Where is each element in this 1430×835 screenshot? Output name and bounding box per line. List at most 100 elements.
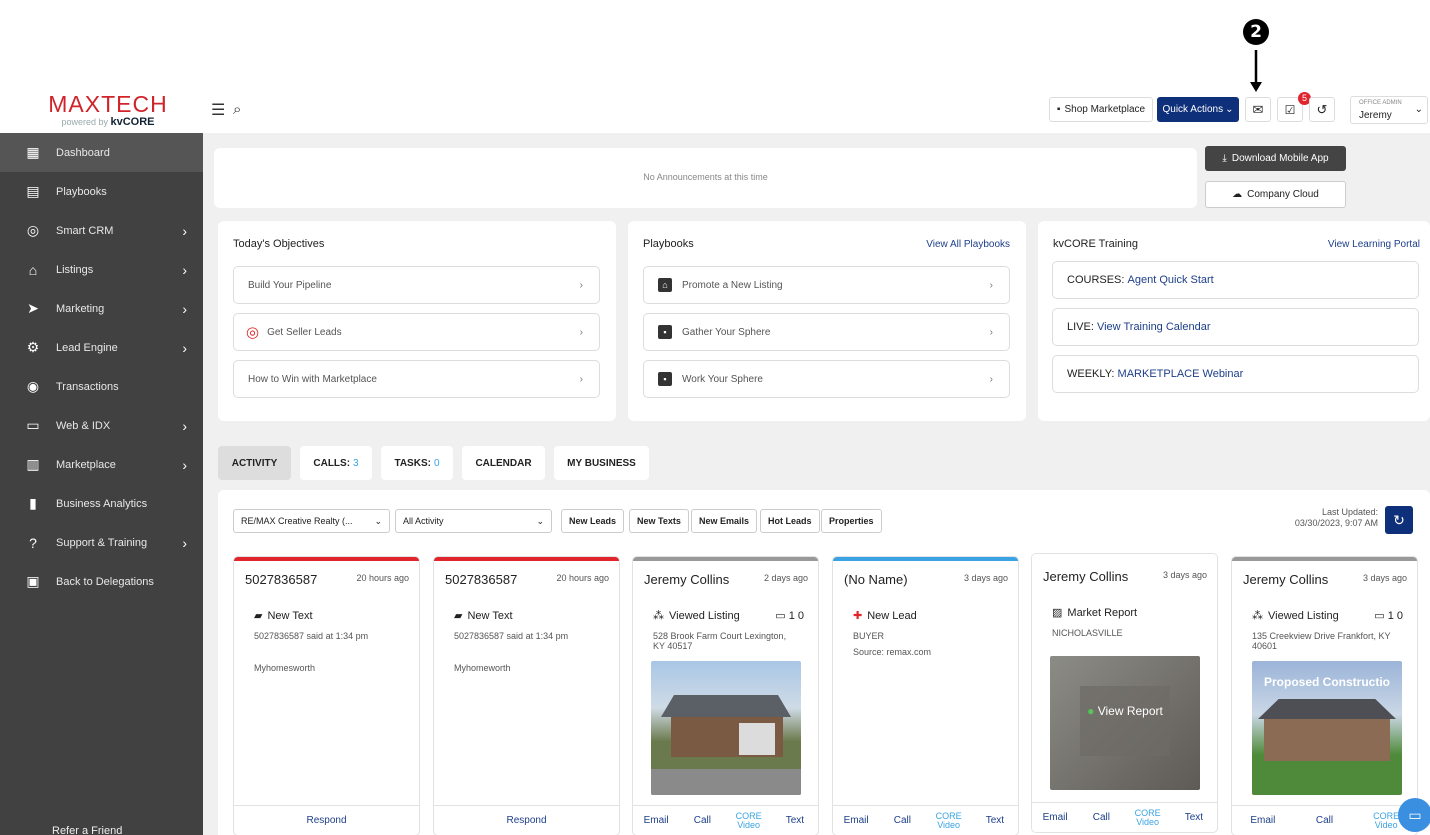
activity-select[interactable]: All Activity ⌄ — [395, 509, 552, 533]
playbooks-icon: ▤ — [26, 183, 40, 199]
activity-card[interactable]: (No Name) 3 days ago ✚ New Lead BUYER Sour… — [832, 556, 1019, 835]
email-link: Email — [843, 815, 869, 826]
sidebar-item-dashboard[interactable]: ▦ Dashboard — [0, 133, 203, 172]
chevron-right-icon: › — [182, 300, 187, 317]
viewed-icon: ⁂ — [653, 610, 664, 622]
refresh-button[interactable]: ↻ — [1385, 506, 1413, 534]
sidebar-item-listings[interactable]: ⌂ Listings › — [0, 250, 203, 289]
listing-stats: ▭ 1 0 — [775, 610, 804, 622]
filter-new-leads[interactable]: New Leads — [561, 509, 625, 533]
training-live[interactable]: LIVE: View Training Calendar — [1052, 308, 1419, 346]
listing-photo[interactable] — [651, 661, 801, 795]
objective-seller-leads[interactable]: ◎ Get Seller Leads › — [233, 313, 600, 351]
chevron-right-icon: › — [182, 417, 187, 434]
playbook-gather-sphere[interactable]: ▪ Gather Your Sphere › — [643, 313, 1010, 351]
shop-marketplace-button[interactable]: ▪ Shop Marketplace — [1049, 97, 1153, 122]
company-cloud-button[interactable]: ☁ Company Cloud — [1205, 181, 1346, 208]
office-select[interactable]: RE/MAX Creative Realty (... ⌄ — [233, 509, 390, 533]
objectives-panel: Today's Objectives Build Your Pipeline › … — [218, 221, 616, 421]
tab-my-business[interactable]: MY BUSINESS — [554, 446, 649, 480]
training-courses[interactable]: COURSES: Agent Quick Start — [1052, 261, 1419, 299]
transactions-icon: ◉ — [26, 378, 40, 394]
respond-button[interactable]: Respond — [234, 815, 419, 826]
filter-new-texts[interactable]: New Texts — [629, 509, 689, 533]
email-link: Email — [643, 815, 669, 826]
training-weekly[interactable]: WEEKLY: MARKETPLACE Webinar — [1052, 355, 1419, 393]
activity-card[interactable]: 5027836587 20 hours ago ▰ New Text 5027836… — [433, 556, 620, 835]
objective-build-pipeline[interactable]: Build Your Pipeline › — [233, 266, 600, 304]
chevron-right-icon: › — [182, 261, 187, 278]
email-link: Email — [1250, 815, 1276, 826]
dashboard-icon: ▦ — [26, 144, 40, 160]
text-link: Text — [785, 815, 805, 826]
view-report-overlay: ● View Report — [1087, 704, 1163, 718]
chevron-down-icon: ⌄ — [1414, 104, 1423, 115]
sidebar-item-marketing[interactable]: ➤ Marketing › — [0, 289, 203, 328]
sidebar-item-web-idx[interactable]: ▭ Web & IDX › — [0, 406, 203, 445]
house-icon: ⌂ — [658, 278, 672, 292]
sidebar-item-transactions[interactable]: ◉ Transactions — [0, 367, 203, 406]
history-icon[interactable]: ↺ — [1309, 97, 1335, 122]
activity-card[interactable]: 5027836587 20 hours ago ▰ New Text 5027836… — [233, 556, 420, 835]
chevron-right-icon: › — [182, 222, 187, 239]
filter-new-emails[interactable]: New Emails — [691, 509, 758, 533]
search-icon[interactable]: ⌕ — [233, 101, 241, 118]
sidebar-item-playbooks[interactable]: ▤ Playbooks — [0, 172, 203, 211]
sidebar-item-back-to-delegations[interactable]: ▣ Back to Delegations — [0, 562, 203, 601]
house-icon: ⌂ — [28, 261, 38, 278]
last-updated: Last Updated: 03/30/2023, 9:07 AM — [1294, 507, 1378, 528]
sidebar-item-marketplace[interactable]: ▥ Marketplace › — [0, 445, 203, 484]
listing-photo[interactable]: Proposed Constructio — [1252, 661, 1402, 795]
paper-plane-icon: ➤ — [27, 300, 39, 316]
sidebar-item-smart-crm[interactable]: ◎ Smart CRM › — [0, 211, 203, 250]
call-link: Call — [693, 815, 711, 826]
new-lead-icon: ✚ — [853, 610, 863, 622]
text-link: Text — [985, 815, 1005, 826]
activity-card[interactable]: Jeremy Collins 3 days ago ⁂ Viewed Listing… — [1231, 556, 1418, 835]
tab-tasks[interactable]: TASKS: 0 — [381, 446, 453, 480]
tab-calls[interactable]: CALLS: 3 — [300, 446, 372, 480]
web-icon: ▭ — [26, 417, 40, 433]
view-all-playbooks-link[interactable]: View All Playbooks — [926, 239, 1010, 250]
maxtech-logo: MAXTECH powered by kvCORE — [44, 92, 172, 128]
view-learning-portal-link[interactable]: View Learning Portal — [1328, 239, 1420, 250]
quick-actions-button[interactable]: Quick Actions ⌄ — [1157, 97, 1239, 122]
chat-widget-button[interactable]: ▭ — [1398, 798, 1430, 832]
sidebar-item-lead-engine[interactable]: ⚙ Lead Engine › — [0, 328, 203, 367]
target-icon: ◎ — [246, 324, 260, 341]
sidebar: ▦ Dashboard ▤ Playbooks ◎ Smart CRM › ⌂ Listi… — [0, 133, 203, 835]
help-icon: ? — [29, 534, 37, 551]
person-icon: ▣ — [26, 573, 40, 589]
text-link: Text — [1184, 812, 1204, 823]
objectives-title: Today's Objectives — [233, 238, 325, 250]
objective-marketplace[interactable]: How to Win with Marketplace › — [233, 360, 600, 398]
activity-card[interactable]: Jeremy Collins 3 days ago ▨ Market Report … — [1031, 553, 1218, 833]
chevron-right-icon: › — [182, 534, 187, 551]
activity-card[interactable]: Jeremy Collins 2 days ago ⁂ Viewed Listing… — [632, 556, 819, 835]
announcement-card: No Announcements at this time — [214, 148, 1197, 208]
sidebar-item-support[interactable]: ? Support & Training › — [0, 523, 203, 562]
playbook-work-sphere[interactable]: ▪ Work Your Sphere › — [643, 360, 1010, 398]
playbooks-panel: Playbooks View All Playbooks ⌂ Promote a … — [628, 221, 1026, 421]
refer-a-friend[interactable]: Refer a Friend — [52, 825, 122, 835]
email-link: Email — [1042, 812, 1068, 823]
sidebar-item-business-analytics[interactable]: ▮ Business Analytics — [0, 484, 203, 523]
chevron-right-icon: › — [182, 339, 187, 356]
bar-chart-icon: ▮ — [29, 495, 37, 511]
tab-activity[interactable]: ACTIVITY — [218, 446, 291, 480]
respond-button[interactable]: Respond — [434, 815, 619, 826]
tab-calendar[interactable]: CALENDAR — [462, 446, 545, 480]
logo-text: MAXTECH — [48, 91, 168, 117]
call-link: Call — [1092, 812, 1110, 823]
user-menu[interactable]: OFFICE ADMIN Jeremy ⌄ — [1350, 96, 1428, 124]
filter-hot-leads[interactable]: Hot Leads — [760, 509, 820, 533]
mail-icon[interactable]: ✉ — [1245, 97, 1271, 122]
market-report-image[interactable]: ● View Report — [1050, 656, 1200, 790]
download-mobile-app-button[interactable]: ⤓ Download Mobile App — [1205, 146, 1346, 171]
playbook-promote-listing[interactable]: ⌂ Promote a New Listing › — [643, 266, 1010, 304]
hamburger-menu-icon[interactable]: ☰ — [211, 100, 225, 120]
arrow-down-annotation — [1250, 50, 1262, 92]
people-icon: ▪ — [658, 325, 672, 339]
filter-properties[interactable]: Properties — [821, 509, 882, 533]
chat-icon: ▰ — [254, 610, 263, 622]
